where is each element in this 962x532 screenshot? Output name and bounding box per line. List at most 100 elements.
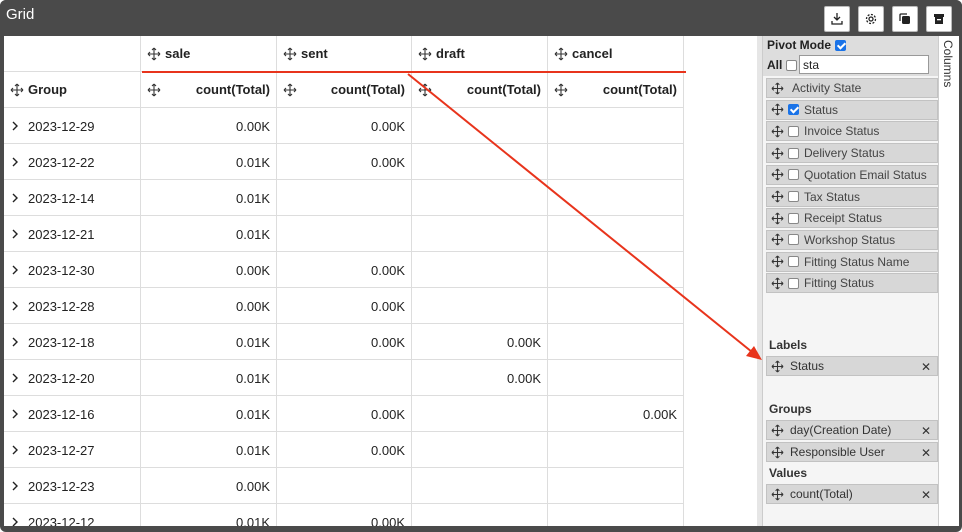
move-icon[interactable]: [771, 488, 784, 501]
move-icon[interactable]: [771, 190, 784, 203]
chevron-right-icon[interactable]: [10, 229, 20, 239]
column-checkbox[interactable]: [788, 147, 799, 159]
column-item[interactable]: Invoice Status: [766, 121, 938, 142]
move-icon[interactable]: [283, 83, 297, 97]
column-item[interactable]: Delivery Status: [766, 143, 938, 164]
remove-icon[interactable]: ✕: [921, 488, 931, 502]
pivot-header-cancel[interactable]: cancel: [548, 36, 684, 72]
move-icon[interactable]: [554, 83, 568, 97]
column-search-input[interactable]: [799, 55, 929, 74]
chevron-right-icon[interactable]: [10, 265, 20, 275]
chevron-right-icon[interactable]: [10, 445, 20, 455]
table-row[interactable]: 2023-12-20 0.01K 0.00K: [4, 360, 684, 396]
column-checkbox[interactable]: [788, 191, 799, 202]
group-cell[interactable]: 2023-12-30: [4, 252, 141, 288]
move-icon[interactable]: [771, 424, 784, 437]
move-icon[interactable]: [771, 233, 784, 246]
table-row[interactable]: 2023-12-27 0.01K 0.00K: [4, 432, 684, 468]
group-cell[interactable]: 2023-12-22: [4, 144, 141, 180]
group-cell[interactable]: 2023-12-29: [4, 108, 141, 144]
select-all-checkbox[interactable]: [786, 59, 798, 71]
move-icon[interactable]: [771, 103, 784, 116]
table-row[interactable]: 2023-12-12 0.01K 0.00K: [4, 504, 684, 526]
chevron-right-icon[interactable]: [10, 121, 20, 131]
table-row[interactable]: 2023-12-16 0.01K 0.00K 0.00K: [4, 396, 684, 432]
pivot-mode-checkbox[interactable]: [835, 39, 847, 51]
remove-icon[interactable]: ✕: [921, 446, 931, 460]
copy-button[interactable]: [892, 6, 918, 32]
table-row[interactable]: 2023-12-14 0.01K: [4, 180, 684, 216]
group-chip-responsible[interactable]: Responsible User ✕: [766, 442, 938, 462]
pivot-header-sale[interactable]: sale: [141, 36, 277, 72]
move-icon[interactable]: [10, 83, 24, 97]
group-cell[interactable]: 2023-12-14: [4, 180, 141, 216]
column-item[interactable]: Quotation Email Status: [766, 164, 938, 185]
chevron-right-icon[interactable]: [10, 409, 20, 419]
column-checkbox[interactable]: [788, 169, 799, 181]
move-icon[interactable]: [771, 255, 784, 268]
chevron-right-icon[interactable]: [10, 337, 20, 347]
move-icon[interactable]: [418, 83, 432, 97]
chevron-right-icon[interactable]: [10, 301, 20, 311]
pivot-header-draft[interactable]: draft: [412, 36, 548, 72]
move-icon[interactable]: [283, 47, 297, 61]
column-checkbox[interactable]: [788, 104, 799, 116]
table-row[interactable]: 2023-12-23 0.00K: [4, 468, 684, 504]
column-item[interactable]: Fitting Status Name: [766, 251, 938, 272]
chevron-right-icon[interactable]: [10, 193, 20, 203]
group-cell[interactable]: 2023-12-12: [4, 504, 141, 526]
remove-icon[interactable]: ✕: [921, 360, 931, 374]
column-item[interactable]: Fitting Status: [766, 273, 938, 294]
move-icon[interactable]: [771, 277, 784, 290]
group-chip-day[interactable]: day(Creation Date) ✕: [766, 420, 938, 440]
column-item[interactable]: Status: [766, 99, 938, 120]
move-icon[interactable]: [147, 83, 161, 97]
group-cell[interactable]: 2023-12-20: [4, 360, 141, 396]
column-checkbox[interactable]: [788, 212, 799, 224]
export-button[interactable]: [824, 6, 850, 32]
table-row[interactable]: 2023-12-21 0.01K: [4, 216, 684, 252]
column-item[interactable]: Workshop Status: [766, 229, 938, 250]
value-header[interactable]: count(Total): [548, 72, 684, 108]
move-icon[interactable]: [771, 168, 784, 181]
move-icon[interactable]: [771, 212, 784, 225]
table-row[interactable]: 2023-12-28 0.00K 0.00K: [4, 288, 684, 324]
table-row[interactable]: 2023-12-30 0.00K 0.00K: [4, 252, 684, 288]
move-icon[interactable]: [771, 125, 784, 138]
chevron-right-icon[interactable]: [10, 481, 20, 491]
chevron-right-icon[interactable]: [10, 373, 20, 383]
column-checkbox[interactable]: [788, 125, 799, 137]
column-item[interactable]: Receipt Status: [766, 208, 938, 229]
delete-button[interactable]: [926, 6, 952, 32]
chevron-right-icon[interactable]: [10, 157, 20, 167]
move-icon[interactable]: [771, 360, 784, 373]
chevron-right-icon[interactable]: [10, 517, 20, 526]
value-chip-count[interactable]: count(Total) ✕: [766, 484, 938, 504]
pivot-header-sent[interactable]: sent: [277, 36, 412, 72]
value-header[interactable]: count(Total): [141, 72, 277, 108]
group-cell[interactable]: 2023-12-21: [4, 216, 141, 252]
column-item[interactable]: Activity State: [766, 78, 938, 98]
column-checkbox[interactable]: [788, 256, 799, 268]
remove-icon[interactable]: ✕: [921, 424, 931, 438]
move-icon[interactable]: [147, 47, 161, 61]
value-header[interactable]: count(Total): [277, 72, 412, 108]
table-row[interactable]: 2023-12-18 0.01K 0.00K 0.00K: [4, 324, 684, 360]
columns-side-tab[interactable]: Columns: [938, 36, 959, 526]
settings-button[interactable]: [858, 6, 884, 32]
value-header[interactable]: count(Total): [412, 72, 548, 108]
group-cell[interactable]: 2023-12-23: [4, 468, 141, 504]
move-icon[interactable]: [771, 147, 784, 160]
group-cell[interactable]: 2023-12-16: [4, 396, 141, 432]
move-icon[interactable]: [771, 446, 784, 459]
label-chip-status[interactable]: Status ✕: [766, 356, 938, 376]
move-icon[interactable]: [418, 47, 432, 61]
move-icon[interactable]: [771, 82, 784, 95]
group-header[interactable]: Group: [4, 72, 141, 108]
column-checkbox[interactable]: [788, 234, 799, 246]
move-icon[interactable]: [554, 47, 568, 61]
group-cell[interactable]: 2023-12-27: [4, 432, 141, 468]
group-cell[interactable]: 2023-12-28: [4, 288, 141, 324]
column-checkbox[interactable]: [788, 277, 799, 289]
column-item[interactable]: Tax Status: [766, 186, 938, 207]
